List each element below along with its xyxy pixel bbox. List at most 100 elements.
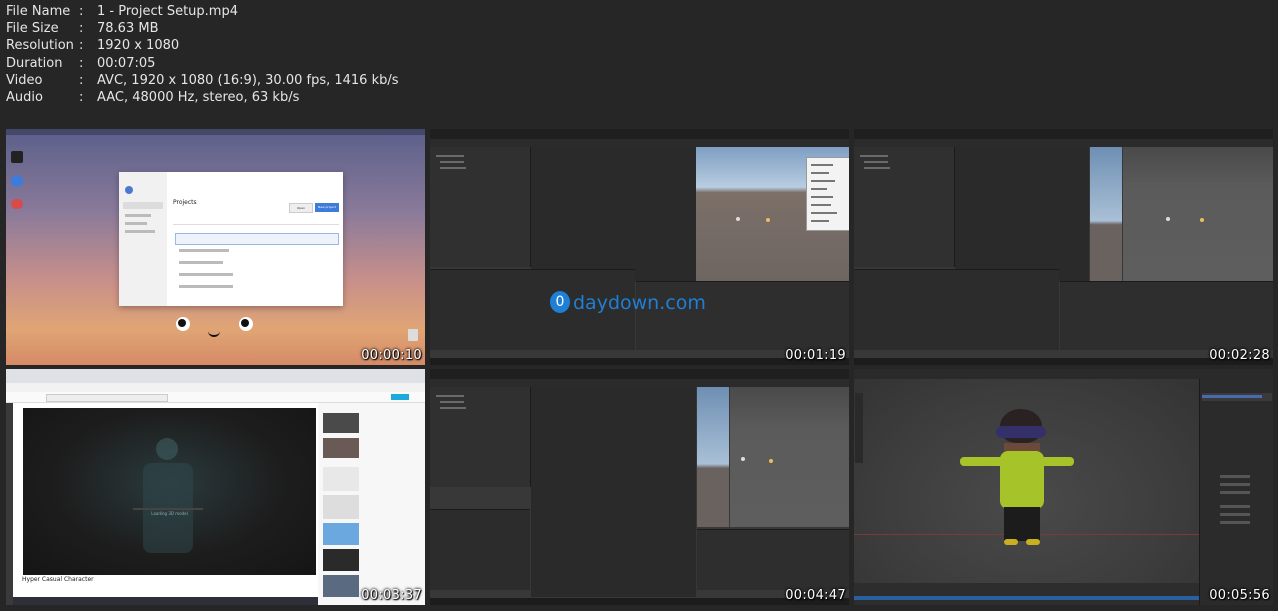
property-field[interactable] — [1220, 505, 1250, 508]
page-edge — [6, 403, 13, 605]
context-menu[interactable] — [806, 157, 849, 231]
hierarchy-panel — [430, 147, 531, 267]
thumbnail-6[interactable]: 00:05:56 — [854, 369, 1273, 605]
property-field[interactable] — [1220, 513, 1250, 516]
thumbnail-3[interactable]: 00:02:28 — [854, 129, 1273, 365]
sketchfab-header — [6, 392, 425, 403]
list-item[interactable] — [323, 467, 359, 491]
timestamp: 00:03:37 — [361, 588, 422, 603]
thumbnail-5[interactable]: 00:04:47 — [430, 369, 849, 605]
list-item[interactable] — [323, 438, 359, 458]
search-input[interactable] — [46, 394, 168, 402]
info-value: 1 - Project Setup.mp4 — [97, 4, 238, 19]
open-button[interactable]: Open — [289, 203, 313, 213]
unity-editor — [430, 369, 849, 605]
cartoon-eye-right — [239, 317, 253, 331]
info-row-duration: Duration : 00:07:05 — [6, 55, 399, 72]
trash-icon[interactable] — [408, 329, 418, 341]
list-item[interactable] — [323, 549, 359, 571]
blender-topbar — [854, 369, 1273, 379]
info-value: AAC, 48000 Hz, stereo, 63 kb/s — [97, 90, 300, 106]
desktop-topbar — [6, 129, 425, 135]
info-row-resolution: Resolution : 1920 x 1080 — [6, 37, 399, 54]
timeline-track[interactable] — [854, 596, 1199, 600]
blender-viewport[interactable] — [854, 379, 1199, 583]
avatar[interactable] — [125, 186, 133, 194]
table-row[interactable] — [179, 285, 233, 288]
list-item[interactable] — [323, 575, 359, 597]
properties-panel — [1199, 379, 1273, 605]
timestamp: 00:02:28 — [1209, 348, 1270, 363]
info-label: Audio — [6, 90, 43, 106]
info-label: Video — [6, 72, 43, 88]
hub-sidebar — [119, 172, 167, 306]
sidebar-item-community[interactable] — [125, 230, 155, 233]
console-panel — [697, 529, 849, 590]
editor-titlebar — [430, 129, 849, 139]
property-field[interactable] — [1220, 475, 1250, 478]
viewer-caption: Hyper Casual Character — [22, 576, 94, 583]
light-gizmo-icon[interactable] — [741, 457, 745, 461]
scene-view — [697, 387, 849, 527]
browser-tabbar — [6, 369, 425, 383]
list-item[interactable] — [323, 413, 359, 433]
unity-editor — [430, 129, 849, 365]
project-panel — [430, 509, 530, 590]
character-shoe-right — [1026, 539, 1040, 545]
info-row-video: Video : AVC, 1920 x 1080 (16:9), 30.00 f… — [6, 72, 399, 89]
info-separator: : — [79, 21, 84, 37]
timeline-panel — [854, 583, 1199, 605]
related-models-list — [318, 403, 425, 605]
thumbnail-2[interactable]: 0 daydown.com 00:01:19 — [430, 129, 849, 365]
outliner-selected-row[interactable] — [1202, 395, 1262, 398]
light-gizmo-icon[interactable] — [1166, 217, 1170, 221]
desktop-app-icon[interactable] — [11, 151, 23, 163]
info-row-file-name: File Name : 1 - Project Setup.mp4 — [6, 3, 399, 20]
page-title: Projects — [173, 199, 197, 206]
new-project-button[interactable]: New project — [315, 203, 339, 212]
property-field[interactable] — [1220, 491, 1250, 494]
editor-toolbar — [430, 379, 849, 387]
table-row[interactable] — [179, 261, 223, 264]
table-row[interactable] — [179, 249, 229, 252]
info-value: AVC, 1920 x 1080 (16:9), 30.00 fps, 1416… — [97, 72, 399, 88]
cartoon-eye-left — [176, 317, 190, 331]
character-legs — [1004, 507, 1040, 541]
info-value: 78.63 MB — [97, 21, 159, 37]
table-row[interactable] — [179, 273, 233, 276]
info-label: File Name — [6, 4, 71, 19]
editor-titlebar — [430, 369, 849, 379]
hierarchy-panel — [430, 387, 531, 487]
list-item[interactable] — [323, 523, 359, 545]
unity-hub-window: Projects Open New project — [119, 172, 343, 306]
thumbnail-1[interactable]: Projects Open New project 00:00:10 — [6, 129, 425, 365]
sidebar-item-projects[interactable] — [123, 202, 163, 209]
scene-view — [1090, 147, 1273, 281]
sun-gizmo-icon[interactable] — [769, 459, 773, 463]
sidebar-item-learn[interactable] — [125, 222, 147, 225]
unity-editor — [854, 129, 1273, 365]
info-value: 1920 x 1080 — [97, 38, 180, 54]
timestamp: 00:05:56 — [1209, 588, 1270, 603]
sidebar-item-installs[interactable] — [125, 214, 151, 217]
info-separator: : — [79, 38, 84, 54]
login-button[interactable] — [391, 394, 409, 400]
light-gizmo-icon[interactable] — [736, 217, 740, 221]
model-viewer[interactable]: Loading 3D model — [23, 408, 316, 575]
timestamp: 00:00:10 — [361, 348, 422, 363]
inspector-panel — [955, 147, 1089, 281]
info-value: 00:07:05 — [97, 55, 156, 71]
table-row[interactable] — [175, 233, 339, 245]
desktop-app-icon[interactable] — [11, 175, 23, 187]
info-separator: : — [79, 90, 84, 106]
sun-gizmo-icon[interactable] — [1200, 218, 1204, 222]
info-row-file-size: File Size : 78.63 MB — [6, 20, 399, 37]
sun-gizmo-icon[interactable] — [766, 218, 770, 222]
property-field[interactable] — [1220, 521, 1250, 524]
property-field[interactable] — [1220, 483, 1250, 486]
list-item[interactable] — [323, 495, 359, 519]
thumbnail-4[interactable]: Loading 3D model Hyper Casual Character … — [6, 369, 425, 605]
watermark-text: daydown.com — [573, 292, 706, 314]
desktop-app-icon[interactable] — [11, 199, 23, 209]
info-label: Resolution — [6, 38, 74, 54]
